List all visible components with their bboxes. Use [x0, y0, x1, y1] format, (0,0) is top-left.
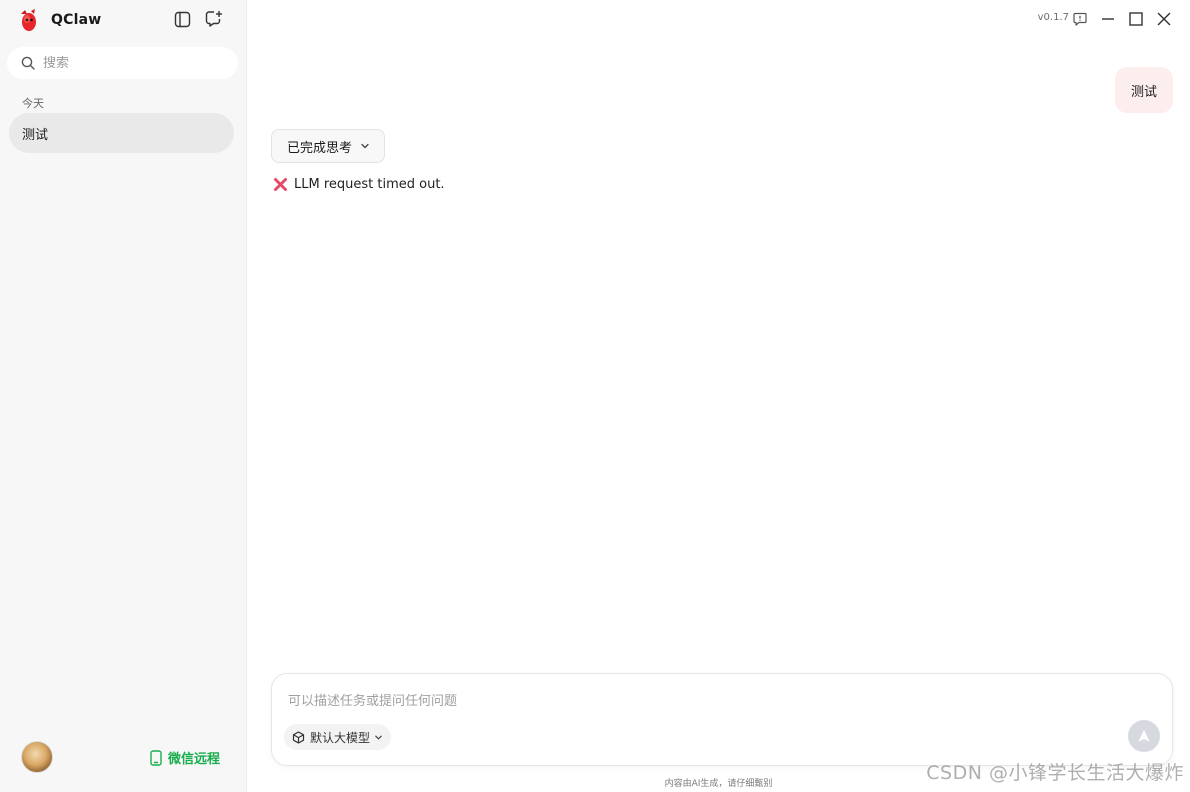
app-window: QClaw 今天 测试 [0, 0, 1190, 792]
chat-area: v0.1.7 测试 已完成思考 LLM request timed out. 可… [247, 0, 1190, 792]
send-button[interactable] [1128, 720, 1160, 752]
minimize-icon [1102, 18, 1114, 20]
search-icon [21, 56, 35, 70]
conversation-title: 测试 [22, 127, 49, 143]
assistant-error-message: LLM request timed out. [273, 177, 445, 192]
feedback-icon [1073, 12, 1087, 26]
send-arrow-icon [1138, 730, 1150, 742]
message-composer: 默认大模型 [271, 673, 1173, 766]
minimize-button[interactable] [1098, 9, 1118, 29]
wechat-remote-button[interactable]: 微信远程 [150, 748, 220, 767]
thinking-label: 已完成思考 [287, 140, 353, 156]
cross-mark-icon [274, 178, 287, 191]
conversation-item[interactable]: 测试 [9, 113, 234, 153]
model-selector[interactable]: 默认大模型 [284, 724, 392, 750]
date-group-label: 今天 [22, 97, 44, 110]
sidebar-toggle-button[interactable] [172, 9, 192, 29]
new-chat-icon [205, 11, 222, 27]
user-message-bubble: 测试 [1114, 67, 1173, 113]
new-chat-button[interactable] [204, 9, 224, 29]
sidebar: QClaw 今天 测试 [0, 0, 247, 792]
feedback-button[interactable] [1070, 9, 1090, 29]
version-label: v0.1.7 [1037, 12, 1069, 23]
cube-icon [292, 730, 305, 744]
red-claw-logo-icon [21, 9, 36, 31]
error-text: LLM request timed out. [294, 177, 445, 192]
close-button[interactable] [1154, 9, 1174, 29]
brand: QClaw [18, 8, 101, 32]
title-bar: v0.1.7 [890, 0, 1190, 38]
watermark: CSDN @小锋学长生活大爆炸 [926, 762, 1184, 784]
phone-icon [150, 749, 162, 766]
sidebar-toggle-icon [174, 11, 190, 27]
message-input[interactable] [288, 690, 1088, 714]
chevron-down-icon [375, 735, 382, 739]
thinking-toggle[interactable]: 已完成思考 [271, 129, 386, 163]
model-label: 默认大模型 [310, 730, 371, 745]
close-icon [1157, 12, 1171, 26]
maximize-icon [1129, 12, 1143, 26]
wechat-remote-label: 微信远程 [168, 752, 221, 767]
user-message-text: 测试 [1130, 84, 1157, 100]
maximize-button[interactable] [1126, 9, 1146, 29]
search-box[interactable] [7, 47, 238, 79]
chevron-down-icon [361, 143, 369, 149]
avatar[interactable] [21, 741, 53, 773]
search-input[interactable] [43, 55, 213, 71]
app-name: QClaw [51, 12, 102, 28]
